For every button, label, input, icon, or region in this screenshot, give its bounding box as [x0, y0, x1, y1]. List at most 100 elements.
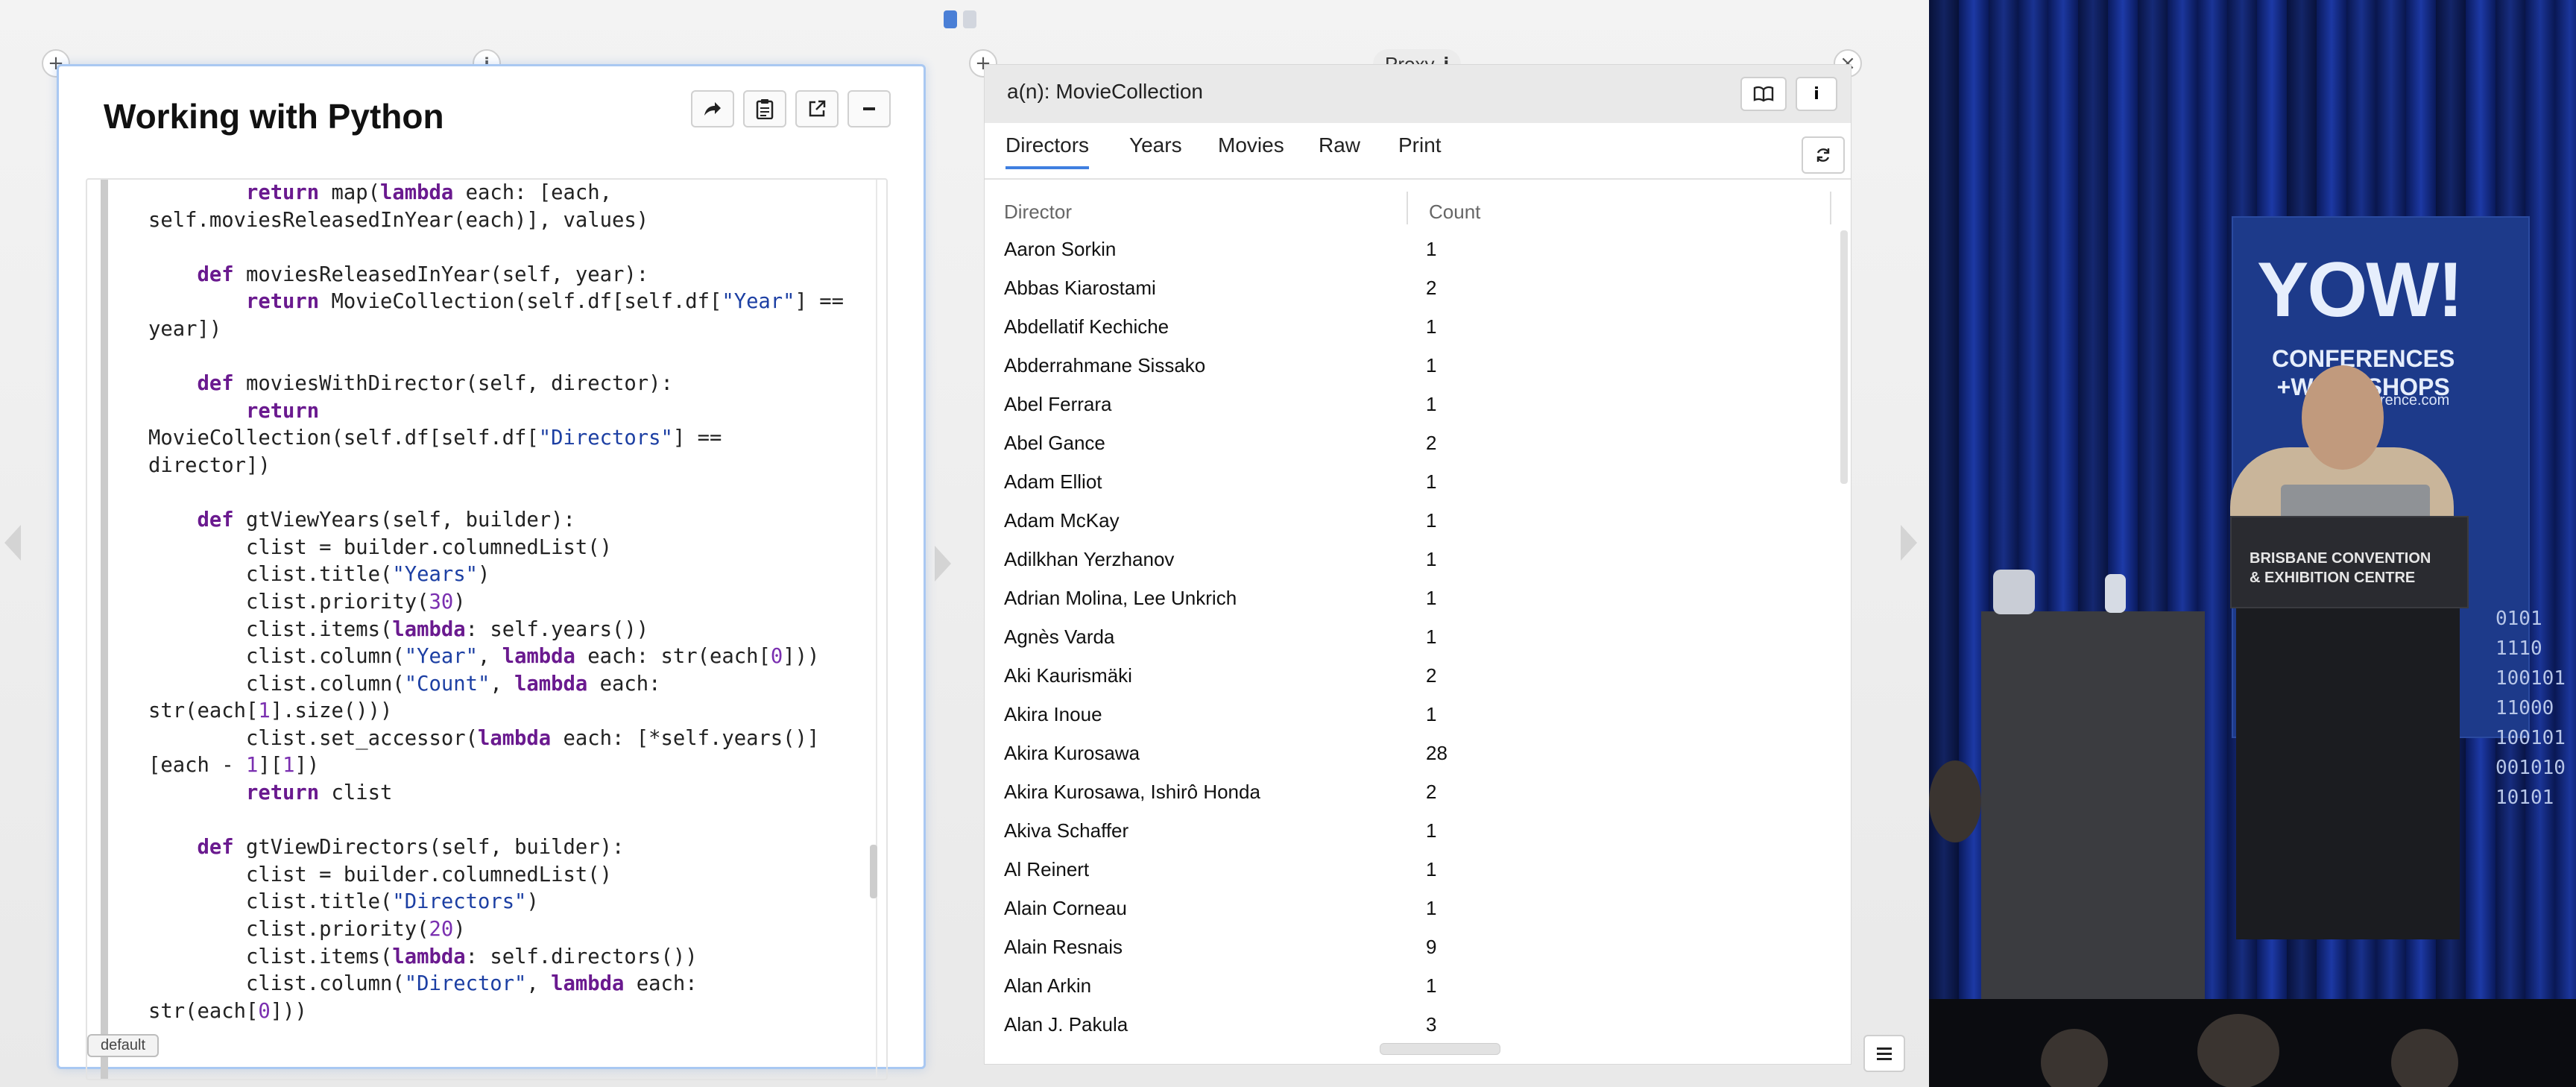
director-name-cell: Aaron Sorkin — [1004, 238, 1117, 260]
info-icon: i — [1813, 84, 1819, 104]
audience-head-2 — [2041, 1029, 2108, 1087]
table-row[interactable]: Adilkhan Yerzhanov 1 — [985, 541, 1851, 579]
minus-icon — [863, 107, 875, 110]
code-snippet[interactable]: return map(lambda each: [each, self.movie… — [86, 178, 888, 1080]
binary-line: 001010 — [2496, 757, 2566, 779]
table-row[interactable]: Alan J. Pakula 3 — [985, 1006, 1851, 1045]
clipboard-icon — [756, 99, 774, 119]
director-name-cell: Alain Corneau — [1004, 897, 1127, 919]
column-separator[interactable] — [1407, 192, 1408, 224]
list-horizontal-scrollbar[interactable] — [1380, 1043, 1500, 1055]
table-row[interactable]: Akira Kurosawa 28 — [985, 734, 1851, 773]
table-row[interactable]: Akira Inoue 1 — [985, 696, 1851, 734]
tab-directors[interactable]: Directors — [1006, 133, 1090, 169]
code-line: MovieCollection(self.df[self.df["Directo… — [148, 426, 722, 450]
table-row[interactable]: Alain Corneau 1 — [985, 889, 1851, 928]
scroll-right-arrow-icon-2[interactable] — [1901, 525, 1917, 561]
table-row[interactable]: Abdellatif Kechiche 1 — [985, 308, 1851, 347]
minimize-button[interactable] — [847, 90, 891, 127]
director-name-cell: Agnès Varda — [1004, 626, 1115, 648]
table-row[interactable]: Aki Kaurismäki 2 — [985, 657, 1851, 696]
pager-dot-1[interactable] — [944, 10, 957, 28]
movie-count-cell: 1 — [1426, 393, 1437, 415]
movie-count-cell: 1 — [1426, 548, 1437, 570]
share-arrow-icon — [704, 102, 721, 116]
code-line: year]) — [148, 317, 222, 341]
world-menu-button[interactable] — [1863, 1035, 1905, 1072]
table-row[interactable]: Aaron Sorkin 1 — [985, 230, 1851, 269]
table-row[interactable]: Adam McKay 1 — [985, 502, 1851, 541]
tab-print[interactable]: Print — [1398, 133, 1442, 166]
refresh-button[interactable] — [1802, 136, 1845, 174]
podium-line-2: & EXHIBITION CENTRE — [2250, 570, 2416, 586]
tabs-divider — [985, 178, 1851, 180]
pager-dot-2[interactable] — [963, 10, 976, 28]
banner-sub-line-1: CONFERENCES — [2272, 345, 2455, 372]
table-row[interactable]: Al Reinert 1 — [985, 851, 1851, 889]
coder-default-tag[interactable]: default — [87, 1034, 160, 1057]
column-header-count[interactable]: Count — [1429, 201, 1480, 224]
movie-count-cell: 2 — [1426, 664, 1437, 687]
code-line: [each - 1][1]) — [148, 754, 320, 778]
director-name-cell: Adrian Molina, Lee Unkrich — [1004, 587, 1237, 609]
lepiter-page-pane: Working with Python return map(lambda ea… — [57, 64, 926, 1080]
table-row[interactable]: Adrian Molina, Lee Unkrich 1 — [985, 579, 1851, 618]
director-name-cell: Akira Inoue — [1004, 703, 1102, 725]
podium-branding: BRISBANE CONVENTION & EXHIBITION CENTRE — [2250, 549, 2431, 587]
table-row[interactable]: Abbas Kiarostami 2 — [985, 269, 1851, 308]
movie-count-cell: 9 — [1426, 936, 1437, 958]
share-button[interactable] — [691, 90, 734, 127]
code-line: clist.title("Years") — [148, 563, 490, 587]
tab-movies[interactable]: Movies — [1218, 133, 1284, 166]
table-row[interactable]: Abderrahmane Sissako 1 — [985, 347, 1851, 385]
list-vertical-scrollbar[interactable] — [1840, 230, 1848, 484]
table-row[interactable]: Alan Arkin 1 — [985, 967, 1851, 1006]
director-name-cell: Al Reinert — [1004, 858, 1090, 880]
inspect-book-button[interactable] — [1740, 77, 1787, 111]
code-line: return MovieCollection(self.df[self.df["… — [245, 290, 845, 314]
speaker-video: YOW! CONFERENCES +WORKSHOPS onference.co… — [1929, 0, 2576, 1087]
table-row[interactable]: Akira Kurosawa, Ishirô Honda 2 — [985, 773, 1851, 812]
scroll-left-arrow-icon[interactable] — [4, 525, 21, 561]
movie-count-cell: 1 — [1426, 587, 1437, 609]
code-line: clist.column("Director", lambda each: — [148, 972, 698, 996]
code-line: clist.title("Directors") — [148, 890, 539, 914]
table-row[interactable]: Alain Resnais 9 — [985, 928, 1851, 967]
code-scroll-track — [876, 180, 877, 1079]
tab-years[interactable]: Years — [1129, 133, 1182, 166]
code-line: clist.column("Count", lambda each: — [148, 672, 661, 696]
code-line: clist.set_accessor(lambda each: [*self.y… — [148, 726, 820, 750]
code-line: clist.column("Year", lambda each: str(ea… — [148, 645, 820, 669]
table-row[interactable]: Akiva Schaffer 1 — [985, 812, 1851, 851]
curtain-fold — [1929, 0, 1959, 999]
inspector-title: a(n): MovieCollection — [1007, 80, 1203, 103]
code-line: director]) — [148, 453, 271, 477]
director-name-cell: Abderrahmane Sissako — [1004, 354, 1206, 376]
code-editor[interactable]: return map(lambda each: [each, self.movie… — [148, 180, 844, 1025]
tab-raw[interactable]: Raw — [1319, 133, 1360, 166]
code-line: clist = builder.columnedList() — [148, 535, 612, 559]
code-line: clist.items(lambda: self.years()) — [148, 617, 649, 641]
table-row[interactable]: Abel Ferrara 1 — [985, 385, 1851, 424]
code-line: self.moviesReleasedInYear(each)], values… — [148, 208, 649, 232]
code-scrollbar[interactable] — [870, 845, 877, 898]
table-row[interactable]: Adam Elliot 1 — [985, 463, 1851, 502]
director-name-cell: Adam Elliot — [1004, 470, 1102, 493]
director-name-cell: Abel Ferrara — [1004, 393, 1112, 415]
table-row[interactable]: Agnès Varda 1 — [985, 618, 1851, 657]
column-separator-2[interactable] — [1830, 192, 1831, 224]
pager-dots — [944, 10, 976, 28]
open-external-button[interactable] — [795, 90, 839, 127]
table-row[interactable]: Abel Gance 2 — [985, 424, 1851, 463]
code-line: clist = builder.columnedList() — [148, 863, 612, 886]
inspector-pane: a(n): MovieCollection i Directors Years … — [984, 64, 1852, 1065]
director-name-cell: Aki Kaurismäki — [1004, 664, 1132, 687]
movie-count-cell: 1 — [1426, 354, 1437, 376]
binary-line: 11000 — [2496, 697, 2554, 719]
movie-count-cell: 1 — [1426, 626, 1437, 648]
clipboard-button[interactable] — [743, 90, 786, 127]
scroll-right-arrow-icon[interactable] — [935, 546, 951, 582]
column-header-director[interactable]: Director — [1004, 201, 1072, 224]
inspector-info-button[interactable]: i — [1796, 77, 1837, 111]
